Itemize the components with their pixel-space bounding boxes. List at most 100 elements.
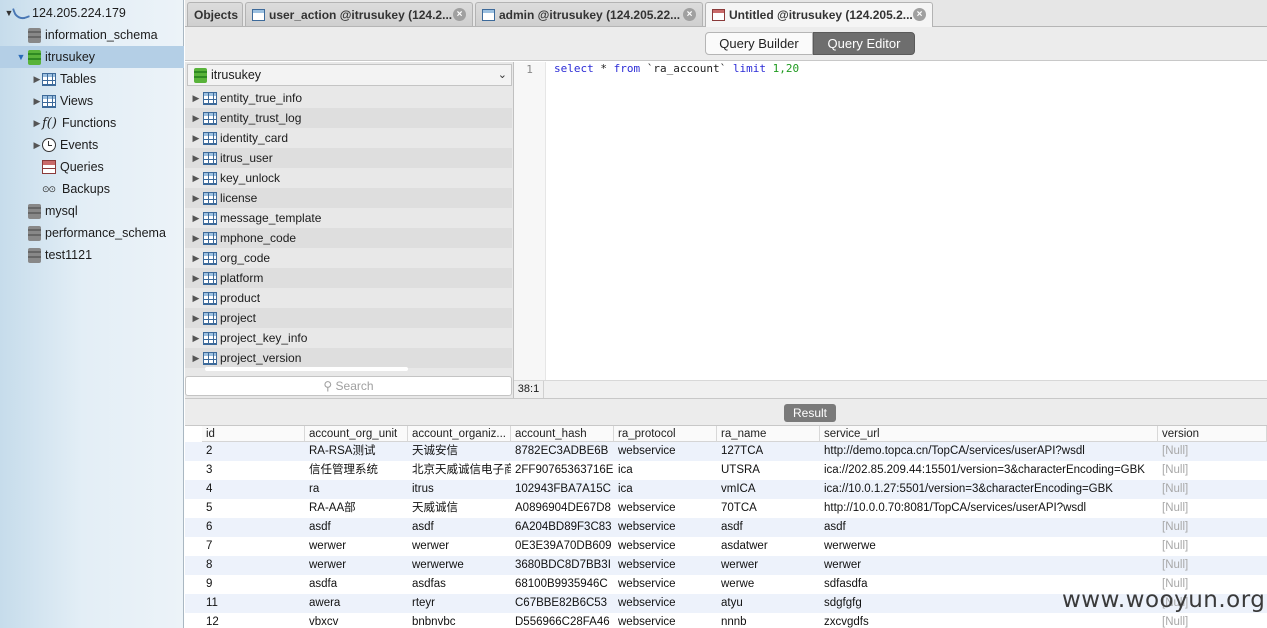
table-list-item[interactable]: ▶ license — [185, 188, 512, 208]
table-list-item[interactable]: ▶ org_code — [185, 248, 512, 268]
table-cell[interactable]: 102943FBA7A15C — [511, 480, 614, 499]
table-cell[interactable]: werwer — [408, 537, 511, 556]
table-row[interactable]: 4 ra itrus 102943FBA7A15C ica vmICA ica://10.0… — [185, 480, 1267, 499]
table-cell[interactable]: 0E3E39A70DB609 — [511, 537, 614, 556]
table-cell[interactable]: ica://202.85.209.44:15501/version=3&char… — [820, 461, 1158, 480]
table-cell[interactable]: webservice — [614, 594, 717, 613]
table-cell[interactable]: 6 — [202, 518, 305, 537]
table-cell[interactable]: [Null] — [1158, 461, 1267, 480]
table-list-item[interactable]: ▶ platform — [185, 268, 512, 288]
table-cell[interactable]: [Null] — [1158, 480, 1267, 499]
table-cell[interactable]: werwe — [717, 575, 820, 594]
close-tab-icon[interactable]: × — [453, 8, 466, 21]
db-node-information-schema[interactable]: information_schema — [0, 24, 184, 46]
disclosure-closed-icon[interactable]: ▶ — [189, 273, 203, 284]
table-cell[interactable]: RA-RSA测试 — [305, 442, 408, 461]
tab-user-action[interactable]: user_action @itrusukey (124.2... × — [245, 2, 473, 26]
disclosure-open-icon[interactable]: ▼ — [16, 52, 26, 62]
table-cell[interactable]: 5 — [202, 499, 305, 518]
table-cell[interactable]: asdfa — [305, 575, 408, 594]
column-header[interactable]: id — [202, 426, 305, 442]
table-cell[interactable]: http://10.0.0.70:8081/TopCA/services/use… — [820, 499, 1158, 518]
column-header[interactable]: account_hash — [511, 426, 614, 442]
disclosure-closed-icon[interactable]: ▶ — [189, 313, 203, 324]
table-cell[interactable]: 9 — [202, 575, 305, 594]
table-cell[interactable]: nnnb — [717, 613, 820, 628]
column-header[interactable]: ra_name — [717, 426, 820, 442]
db-node-test1121[interactable]: test1121 — [0, 244, 184, 266]
table-list-item[interactable]: ▶ entity_true_info — [185, 88, 512, 108]
query-editor-button[interactable]: Query Editor — [813, 32, 915, 55]
table-cell[interactable]: 6A204BD89F3C83 — [511, 518, 614, 537]
tree-item-backups[interactable]: ⊙⊙ Backups — [0, 178, 184, 200]
table-cell[interactable]: werwer — [717, 556, 820, 575]
table-row[interactable]: 8 werwer werwerwe 3680BDC8D7BB3I webservice w… — [185, 556, 1267, 575]
table-cell[interactable]: werwerwe — [408, 556, 511, 575]
close-tab-icon[interactable]: × — [913, 8, 926, 21]
table-cell[interactable]: werwer — [305, 556, 408, 575]
table-row[interactable]: 5 RA-AA部 天威诚信 A0896904DE67D8 webservice 70TCA… — [185, 499, 1267, 518]
table-cell[interactable]: A0896904DE67D8 — [511, 499, 614, 518]
table-list-item[interactable]: ▶ identity_card — [185, 128, 512, 148]
table-cell[interactable]: webservice — [614, 575, 717, 594]
table-cell[interactable]: http://demo.topca.cn/TopCA/services/user… — [820, 442, 1158, 461]
table-list-item[interactable]: ▶ key_unlock — [185, 168, 512, 188]
table-list-item[interactable]: ▶ project_key_info — [185, 328, 512, 348]
table-cell[interactable]: 127TCA — [717, 442, 820, 461]
table-cell[interactable]: 北京天威诚信电子商 — [408, 461, 511, 480]
table-cell[interactable]: [Null] — [1158, 442, 1267, 461]
column-header[interactable]: account_org_unit — [305, 426, 408, 442]
table-cell[interactable]: 3 — [202, 461, 305, 480]
disclosure-closed-icon[interactable]: ▶ — [189, 293, 203, 304]
disclosure-closed-icon[interactable]: ▶ — [189, 113, 203, 124]
table-cell[interactable]: asdf — [305, 518, 408, 537]
table-cell[interactable]: [Null] — [1158, 613, 1267, 628]
table-cell[interactable]: webservice — [614, 518, 717, 537]
table-cell[interactable]: werwer — [305, 537, 408, 556]
disclosure-closed-icon[interactable]: ▶ — [189, 253, 203, 264]
table-cell[interactable]: bnbnvbc — [408, 613, 511, 628]
tree-item-events[interactable]: ▶ Events — [0, 134, 184, 156]
tree-item-views[interactable]: ▶ Views — [0, 90, 184, 112]
table-cell[interactable]: 68100B9935946C — [511, 575, 614, 594]
query-builder-button[interactable]: Query Builder — [705, 32, 813, 55]
table-row[interactable]: 12 vbxcv bnbnvbc D556966C28FA46 webservice nn… — [185, 613, 1267, 628]
tree-item-tables[interactable]: ▶ Tables — [0, 68, 184, 90]
table-cell[interactable]: werwerwe — [820, 537, 1158, 556]
table-cell[interactable]: asdatwer — [717, 537, 820, 556]
table-cell[interactable]: itrus — [408, 480, 511, 499]
disclosure-closed-icon[interactable]: ▶ — [32, 74, 42, 85]
table-row[interactable]: 6 asdf asdf 6A204BD89F3C83 webservice asdf asd… — [185, 518, 1267, 537]
table-cell[interactable]: 天诚安信 — [408, 442, 511, 461]
table-cell[interactable]: vmICA — [717, 480, 820, 499]
table-cell[interactable]: ica — [614, 480, 717, 499]
table-cell[interactable]: [Null] — [1158, 518, 1267, 537]
table-cell[interactable]: 12 — [202, 613, 305, 628]
table-search-input[interactable]: ⚲ Search — [185, 376, 512, 396]
close-tab-icon[interactable]: × — [683, 8, 696, 21]
table-cell[interactable]: 信任管理系统 — [305, 461, 408, 480]
table-cell[interactable]: webservice — [614, 499, 717, 518]
disclosure-closed-icon[interactable]: ▶ — [189, 333, 203, 344]
column-header[interactable]: version — [1158, 426, 1267, 442]
table-cell[interactable]: webservice — [614, 556, 717, 575]
column-header[interactable]: ra_protocol — [614, 426, 717, 442]
disclosure-closed-icon[interactable]: ▶ — [189, 193, 203, 204]
table-cell[interactable]: [Null] — [1158, 499, 1267, 518]
db-node-performance-schema[interactable]: performance_schema — [0, 222, 184, 244]
db-node-itrusukey[interactable]: ▼ itrusukey — [0, 46, 184, 68]
table-cell[interactable]: asdf — [820, 518, 1158, 537]
table-cell[interactable]: 7 — [202, 537, 305, 556]
table-list-item[interactable]: ▶ project — [185, 308, 512, 328]
disclosure-closed-icon[interactable]: ▶ — [32, 140, 42, 151]
table-list-item[interactable]: ▶ message_template — [185, 208, 512, 228]
disclosure-closed-icon[interactable]: ▶ — [189, 213, 203, 224]
table-cell[interactable]: 2FF90765363716E — [511, 461, 614, 480]
table-cell[interactable]: webservice — [614, 537, 717, 556]
table-cell[interactable]: 2 — [202, 442, 305, 461]
table-cell[interactable]: asdfas — [408, 575, 511, 594]
table-cell[interactable]: C67BBE82B6C53 — [511, 594, 614, 613]
table-list-item[interactable]: ▶ mphone_code — [185, 228, 512, 248]
table-cell[interactable]: 8782EC3ADBE6B — [511, 442, 614, 461]
table-cell[interactable]: asdf — [408, 518, 511, 537]
